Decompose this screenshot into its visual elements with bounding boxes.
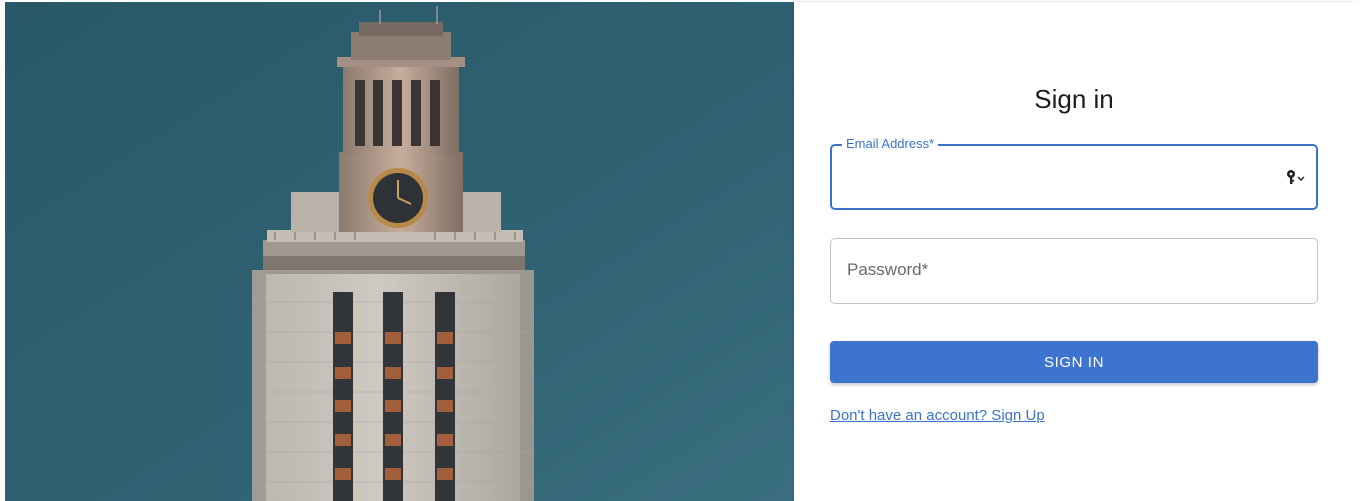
page-edge: [1354, 2, 1360, 501]
email-input[interactable]: [846, 146, 1266, 208]
sign-in-button[interactable]: SIGN IN: [830, 341, 1318, 383]
key-icon[interactable]: [1284, 166, 1308, 188]
email-field[interactable]: Email Address*: [830, 136, 1318, 210]
page-title: Sign in: [1034, 84, 1114, 114]
hero-image: [5, 2, 794, 501]
password-input[interactable]: [845, 239, 1265, 303]
app-frame: Sign in Email Address* Password* SIGN IN…: [0, 0, 1360, 501]
sign-in-panel: Sign in Email Address* Password* SIGN IN…: [794, 2, 1354, 501]
sign-up-link[interactable]: Don't have an account? Sign Up: [830, 407, 1045, 424]
password-field[interactable]: Password*: [830, 238, 1318, 304]
clock-tower-illustration: [5, 2, 794, 501]
